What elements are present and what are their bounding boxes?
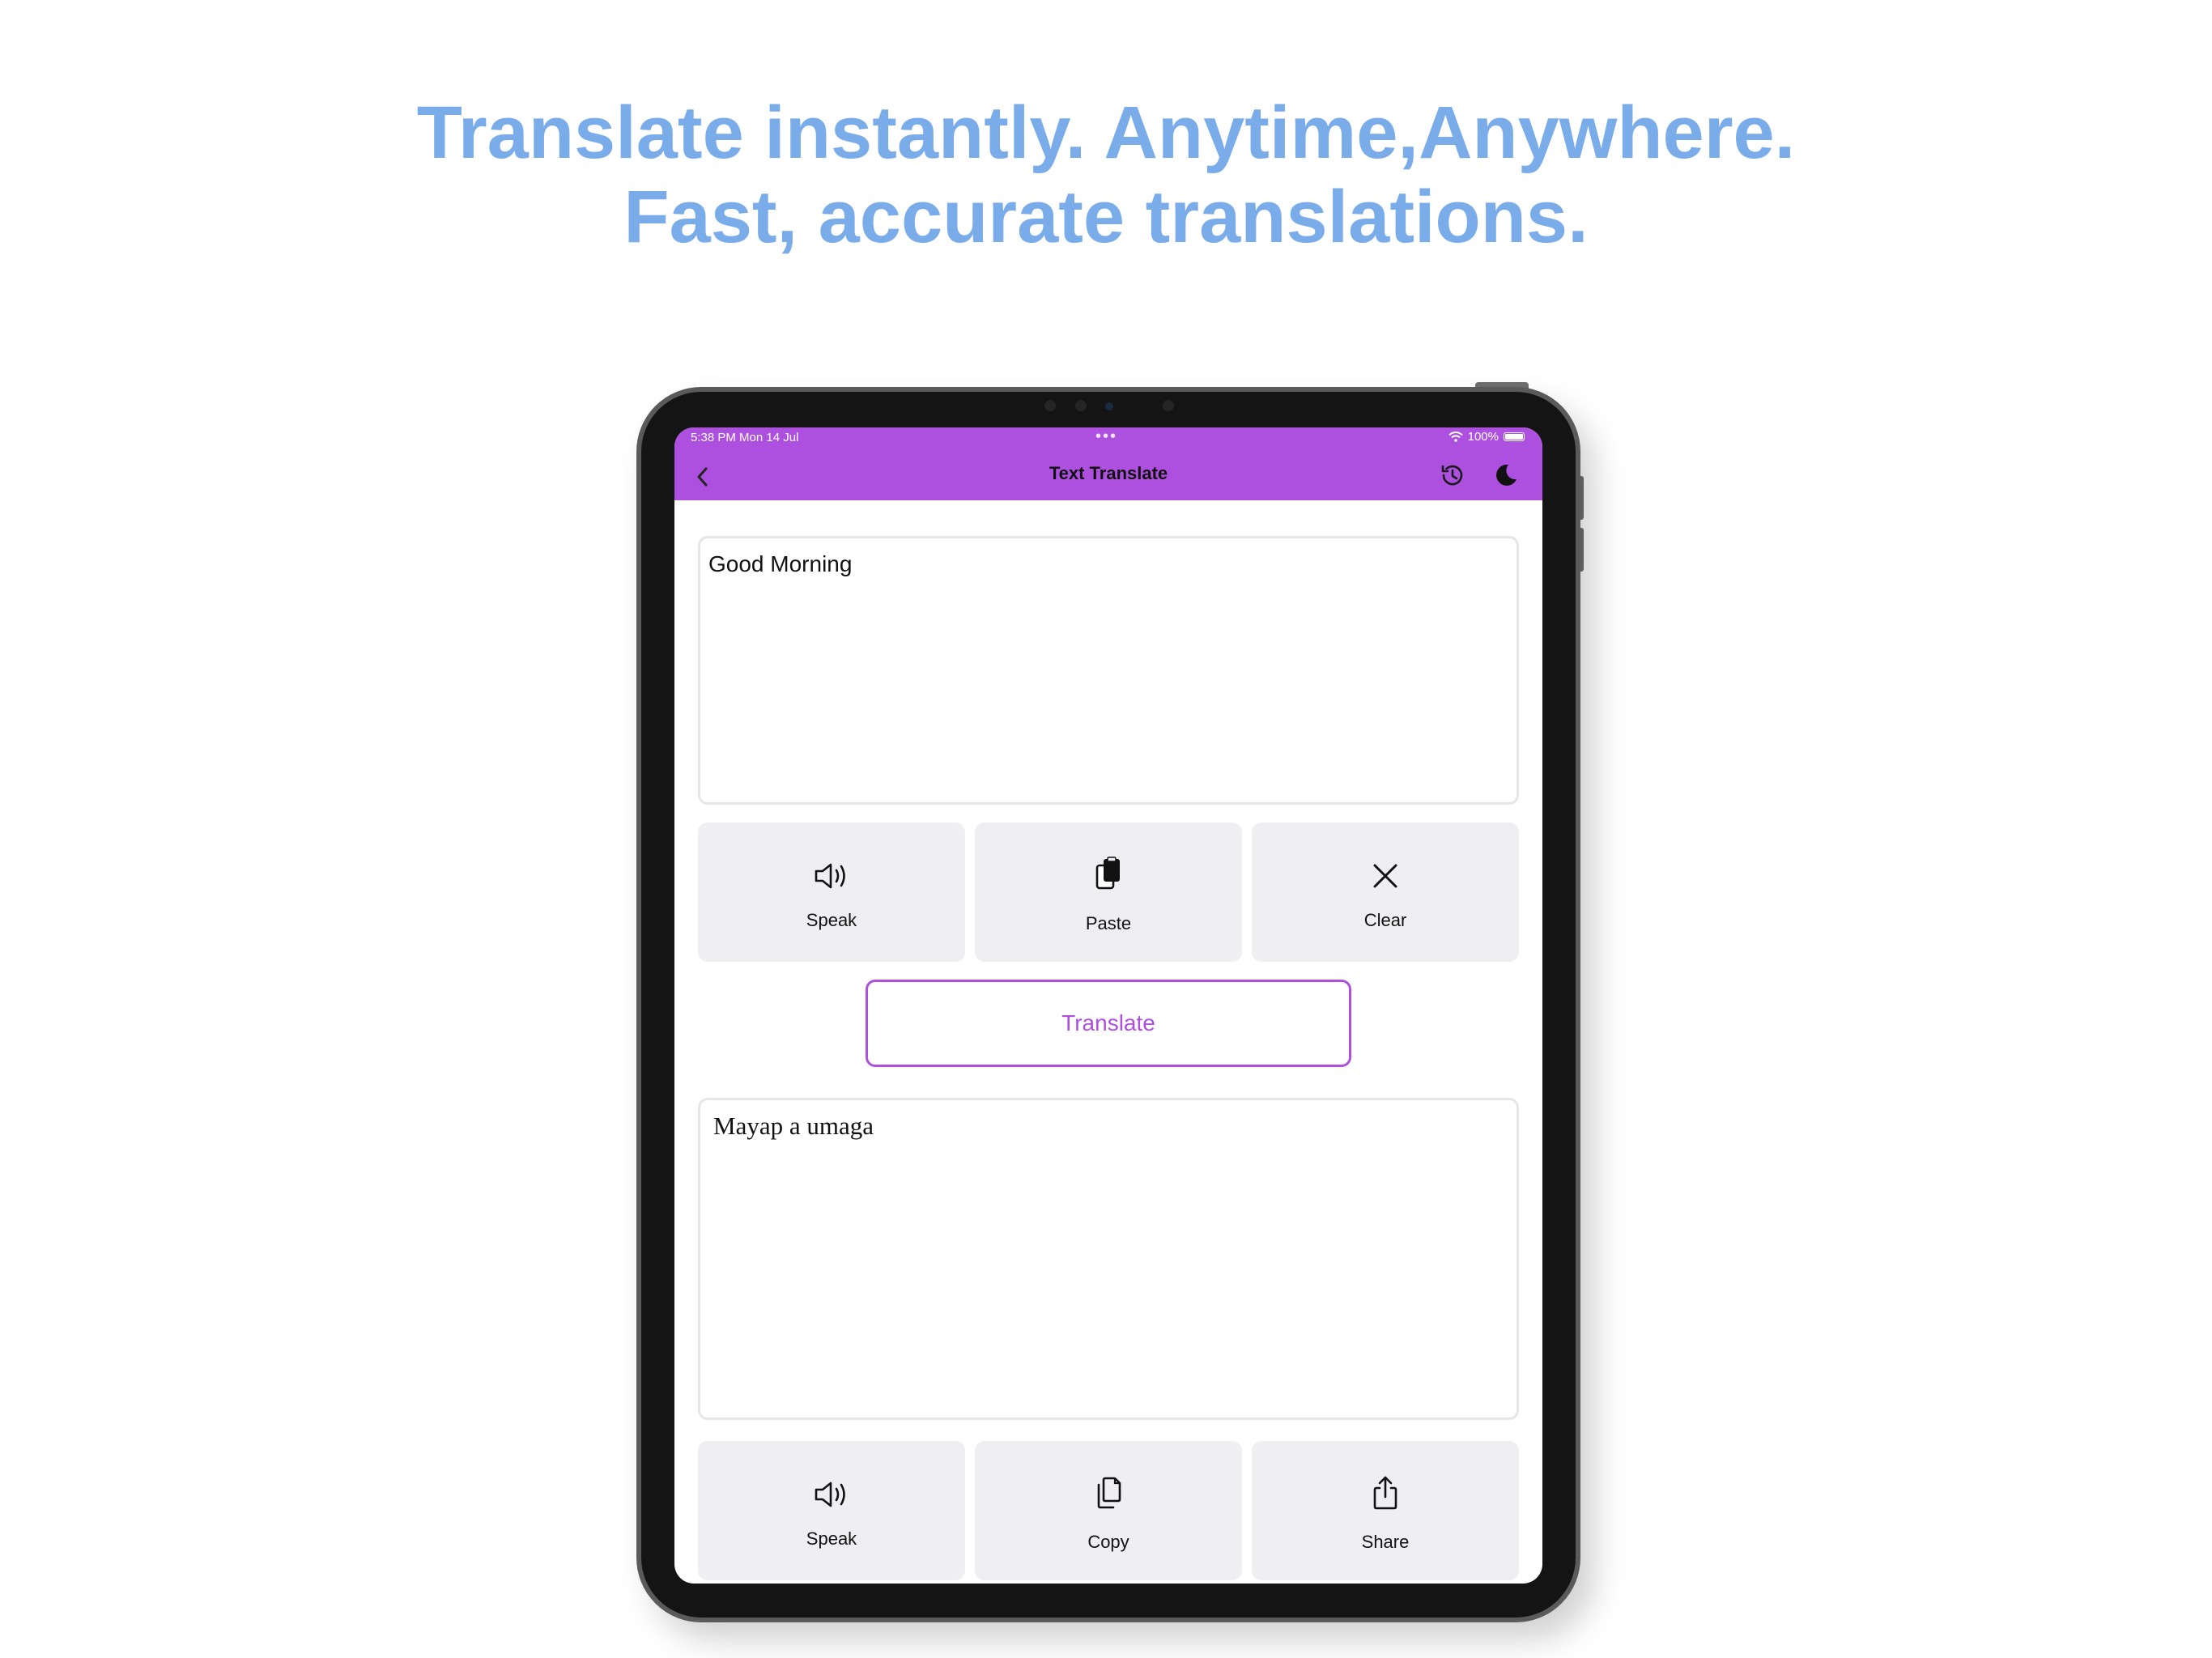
source-text-input[interactable]: Good Morning — [698, 536, 1519, 805]
moon-icon[interactable] — [1492, 461, 1520, 489]
speak-output-label: Speak — [806, 1528, 857, 1549]
translate-button[interactable]: Translate — [866, 980, 1351, 1067]
status-indicators: 100% — [1448, 430, 1525, 444]
sensor-dot — [1044, 400, 1056, 411]
sensor-dot — [1163, 400, 1174, 411]
translated-text: Mayap a umaga — [713, 1112, 874, 1140]
battery-percent: 100% — [1467, 430, 1499, 444]
copy-label: Copy — [1087, 1532, 1129, 1552]
paste-icon — [1095, 857, 1120, 890]
history-icon[interactable] — [1439, 461, 1466, 489]
multitasking-dots-icon[interactable]: ••• — [1095, 427, 1117, 446]
speak-input-label: Speak — [806, 910, 857, 930]
battery-icon — [1504, 432, 1525, 441]
front-camera — [1105, 402, 1113, 410]
share-button[interactable]: Share — [1252, 1441, 1519, 1580]
share-label: Share — [1361, 1532, 1410, 1552]
copy-button[interactable]: Copy — [975, 1441, 1242, 1580]
headline-line-2: Fast, accurate translations. — [623, 176, 1589, 258]
source-text: Good Morning — [708, 551, 853, 576]
marketing-headline: Translate instantly. Anytime,Anywhere. F… — [0, 91, 2212, 259]
close-icon — [1373, 864, 1397, 888]
page-title: Text Translate — [1049, 463, 1168, 483]
translation-output[interactable]: Mayap a umaga — [698, 1098, 1519, 1420]
headline-line-1: Translate instantly. Anytime,Anywhere. — [416, 91, 1796, 174]
speaker-icon — [815, 1482, 845, 1507]
app-screen: 5:38 PM Mon 14 Jul ••• 100% Text Transla… — [674, 427, 1542, 1584]
paste-button[interactable]: Paste — [975, 823, 1242, 962]
copy-icon — [1097, 1477, 1121, 1509]
clear-button[interactable]: Clear — [1252, 823, 1519, 962]
status-time: 5:38 PM Mon 14 Jul — [691, 431, 799, 444]
navigation-bar: 5:38 PM Mon 14 Jul ••• 100% Text Transla… — [674, 427, 1542, 500]
clear-label: Clear — [1363, 910, 1407, 930]
speak-input-button[interactable]: Speak — [698, 823, 965, 962]
speaker-icon — [815, 863, 845, 889]
paste-label: Paste — [1085, 913, 1132, 933]
speak-output-button[interactable]: Speak — [698, 1441, 965, 1580]
wifi-icon — [1448, 432, 1463, 442]
sensor-dot — [1075, 400, 1087, 411]
share-icon — [1373, 1476, 1397, 1510]
